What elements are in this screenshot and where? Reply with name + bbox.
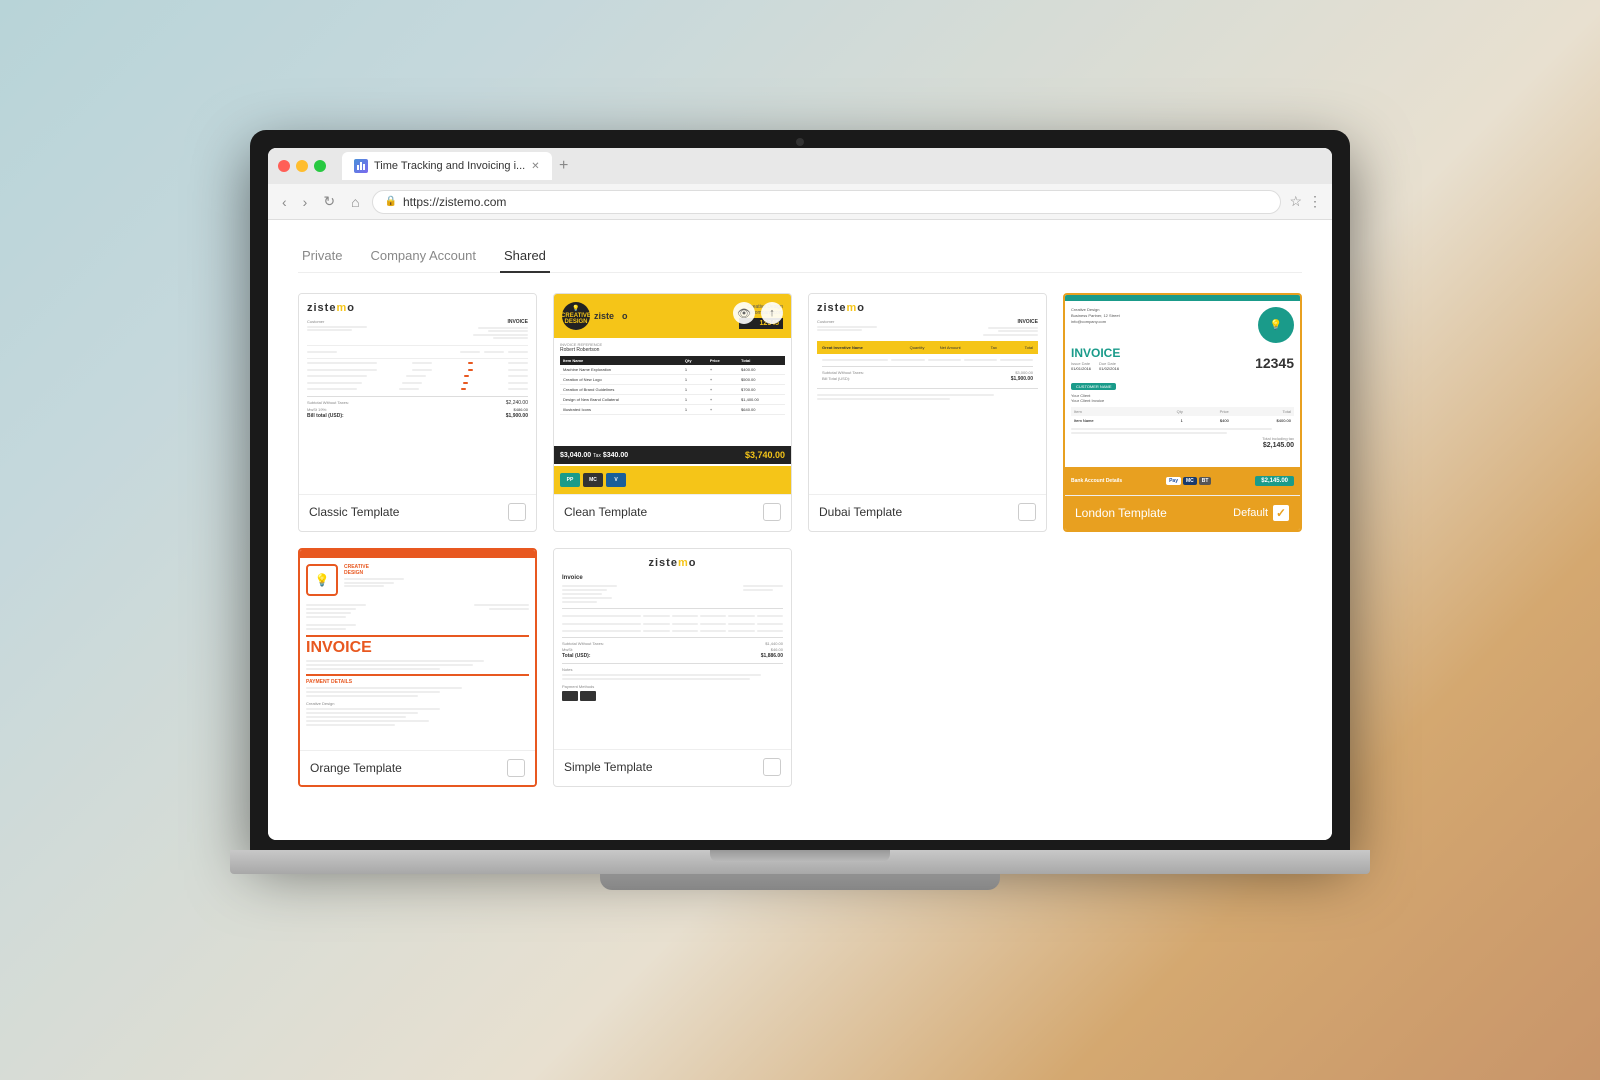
active-tab[interactable]: Time Tracking and Invoicing i... ✕: [342, 152, 552, 180]
template-footer-dubai: Dubai Template: [809, 494, 1046, 529]
bookmark-button[interactable]: ☆: [1289, 193, 1302, 210]
laptop-container: Time Tracking and Invoicing i... ✕ + ‹ ›…: [230, 130, 1370, 950]
template-name-dubai: Dubai Template: [819, 505, 902, 519]
clean-total-bar: $3,040.00 Tax $340.00 $3,740.00: [554, 446, 791, 464]
back-button[interactable]: ‹: [278, 192, 291, 212]
template-card-orange[interactable]: 💡 CreativeDesign: [298, 548, 537, 787]
template-name-simple: Simple Template: [564, 760, 653, 774]
traffic-lights: [278, 160, 326, 172]
favicon-bars: [357, 162, 365, 170]
template-name-orange: Orange Template: [310, 761, 402, 775]
laptop-lid-notch: [710, 850, 890, 862]
minimize-button[interactable]: [296, 160, 308, 172]
preview-eye-icon[interactable]: 👁: [733, 302, 755, 324]
template-select-simple[interactable]: [763, 758, 781, 776]
tab-bar: Time Tracking and Invoicing i... ✕ +: [342, 152, 1322, 180]
template-select-orange[interactable]: [507, 759, 525, 777]
templates-grid-row2: 💡 CreativeDesign: [298, 548, 1302, 787]
template-footer-simple: Simple Template: [554, 749, 791, 784]
favicon-bar-3: [363, 164, 365, 170]
template-card-dubai[interactable]: zistemo Customer INVOICE: [808, 293, 1047, 532]
template-card-clean[interactable]: 👁 ↑ 💡CREATIVEDESIGN zistemo: [553, 293, 792, 532]
toolbar-actions: ☆ ⋮: [1289, 193, 1322, 210]
browser-titlebar: Time Tracking and Invoicing i... ✕ +: [268, 148, 1332, 184]
tab-private[interactable]: Private: [298, 240, 346, 273]
template-footer-clean: Clean Template: [554, 494, 791, 529]
clean-from-to: Invoice Reference Robert Robertson: [560, 342, 785, 353]
template-card-london[interactable]: Creative DesignBusiness Partner, 12 Stre…: [1063, 293, 1302, 532]
preview-overlay-clean: 👁 ↑: [733, 302, 783, 324]
clean-payment-bar: PP MC V: [554, 466, 791, 494]
template-preview-classic: zistemo Customer INVOICE: [299, 294, 536, 494]
template-select-clean[interactable]: [763, 503, 781, 521]
page-content: Private Company Account Shared: [268, 220, 1332, 840]
template-slot-empty-1: [808, 548, 1047, 787]
favicon-bar-1: [357, 165, 359, 170]
template-select-london[interactable]: ✓: [1272, 504, 1290, 522]
new-tab-button[interactable]: +: [552, 154, 576, 178]
screen-bezel: Time Tracking and Invoicing i... ✕ + ‹ ›…: [250, 130, 1350, 850]
template-slot-empty-2: [1063, 548, 1302, 787]
tab-shared[interactable]: Shared: [500, 240, 550, 273]
laptop-bottom-bezel: [230, 850, 1370, 874]
template-footer-orange: Orange Template: [300, 750, 535, 785]
clean-items-table: Item NameQtyPriceTotal Machine Name Expl…: [560, 356, 785, 415]
default-label: Default: [1233, 507, 1268, 519]
from-value: Robert Robertson: [560, 347, 602, 353]
template-card-simple[interactable]: zistemo Invoice: [553, 548, 792, 787]
template-name-classic: Classic Template: [309, 505, 399, 519]
clean-logo-area: 💡CREATIVEDESIGN zistemo: [562, 302, 628, 330]
url-text: https://zistemo.com: [403, 195, 506, 209]
clean-body: Invoice Reference Robert Robertson Item …: [554, 338, 791, 419]
forward-button[interactable]: ›: [299, 192, 312, 212]
template-preview-clean: 👁 ↑ 💡CREATIVEDESIGN zistemo: [554, 294, 791, 494]
templates-grid: zistemo Customer INVOICE: [298, 293, 1302, 532]
tabs-navigation: Private Company Account Shared: [298, 240, 1302, 273]
browser-window: Time Tracking and Invoicing i... ✕ + ‹ ›…: [268, 148, 1332, 840]
home-button[interactable]: ⌂: [347, 192, 363, 212]
clean-from: Invoice Reference Robert Robertson: [560, 342, 602, 353]
tab-favicon-icon: [354, 159, 368, 173]
template-footer-london: London Template Default ✓: [1065, 495, 1300, 530]
tab-title: Time Tracking and Invoicing i...: [374, 160, 525, 172]
template-preview-dubai: zistemo Customer INVOICE: [809, 294, 1046, 494]
browser-toolbar: ‹ › ↻ ⌂ 🔒 https://zistemo.com ☆ ⋮: [268, 184, 1332, 220]
template-preview-simple: zistemo Invoice: [554, 549, 791, 749]
template-select-classic[interactable]: [508, 503, 526, 521]
preview-share-icon[interactable]: ↑: [761, 302, 783, 324]
refresh-button[interactable]: ↻: [319, 191, 339, 212]
close-button[interactable]: [278, 160, 290, 172]
clean-zistemo-logo: zistemo: [594, 311, 628, 321]
laptop-base: [600, 874, 1000, 890]
address-bar[interactable]: 🔒 https://zistemo.com: [372, 190, 1282, 214]
check-icon: ✓: [1276, 506, 1286, 520]
clean-total-amount: $3,740.00: [745, 450, 785, 460]
template-select-dubai[interactable]: [1018, 503, 1036, 521]
template-preview-london: Creative DesignBusiness Partner, 12 Stre…: [1065, 295, 1300, 495]
maximize-button[interactable]: [314, 160, 326, 172]
creative-badge-clean: 💡CREATIVEDESIGN: [562, 302, 590, 330]
template-footer-classic: Classic Template: [299, 494, 536, 529]
favicon-bar-2: [360, 162, 362, 170]
laptop-camera: [796, 138, 804, 146]
template-preview-orange: 💡 CreativeDesign: [300, 550, 535, 750]
tab-close-icon[interactable]: ✕: [531, 161, 539, 172]
tab-company-account[interactable]: Company Account: [366, 240, 480, 273]
template-card-classic[interactable]: zistemo Customer INVOICE: [298, 293, 537, 532]
template-name-clean: Clean Template: [564, 505, 647, 519]
clean-subtotal-label: $3,040.00 Tax $340.00: [560, 452, 628, 459]
template-name-london: London Template: [1075, 506, 1167, 520]
ssl-icon: 🔒: [385, 196, 397, 207]
menu-button[interactable]: ⋮: [1308, 193, 1322, 210]
